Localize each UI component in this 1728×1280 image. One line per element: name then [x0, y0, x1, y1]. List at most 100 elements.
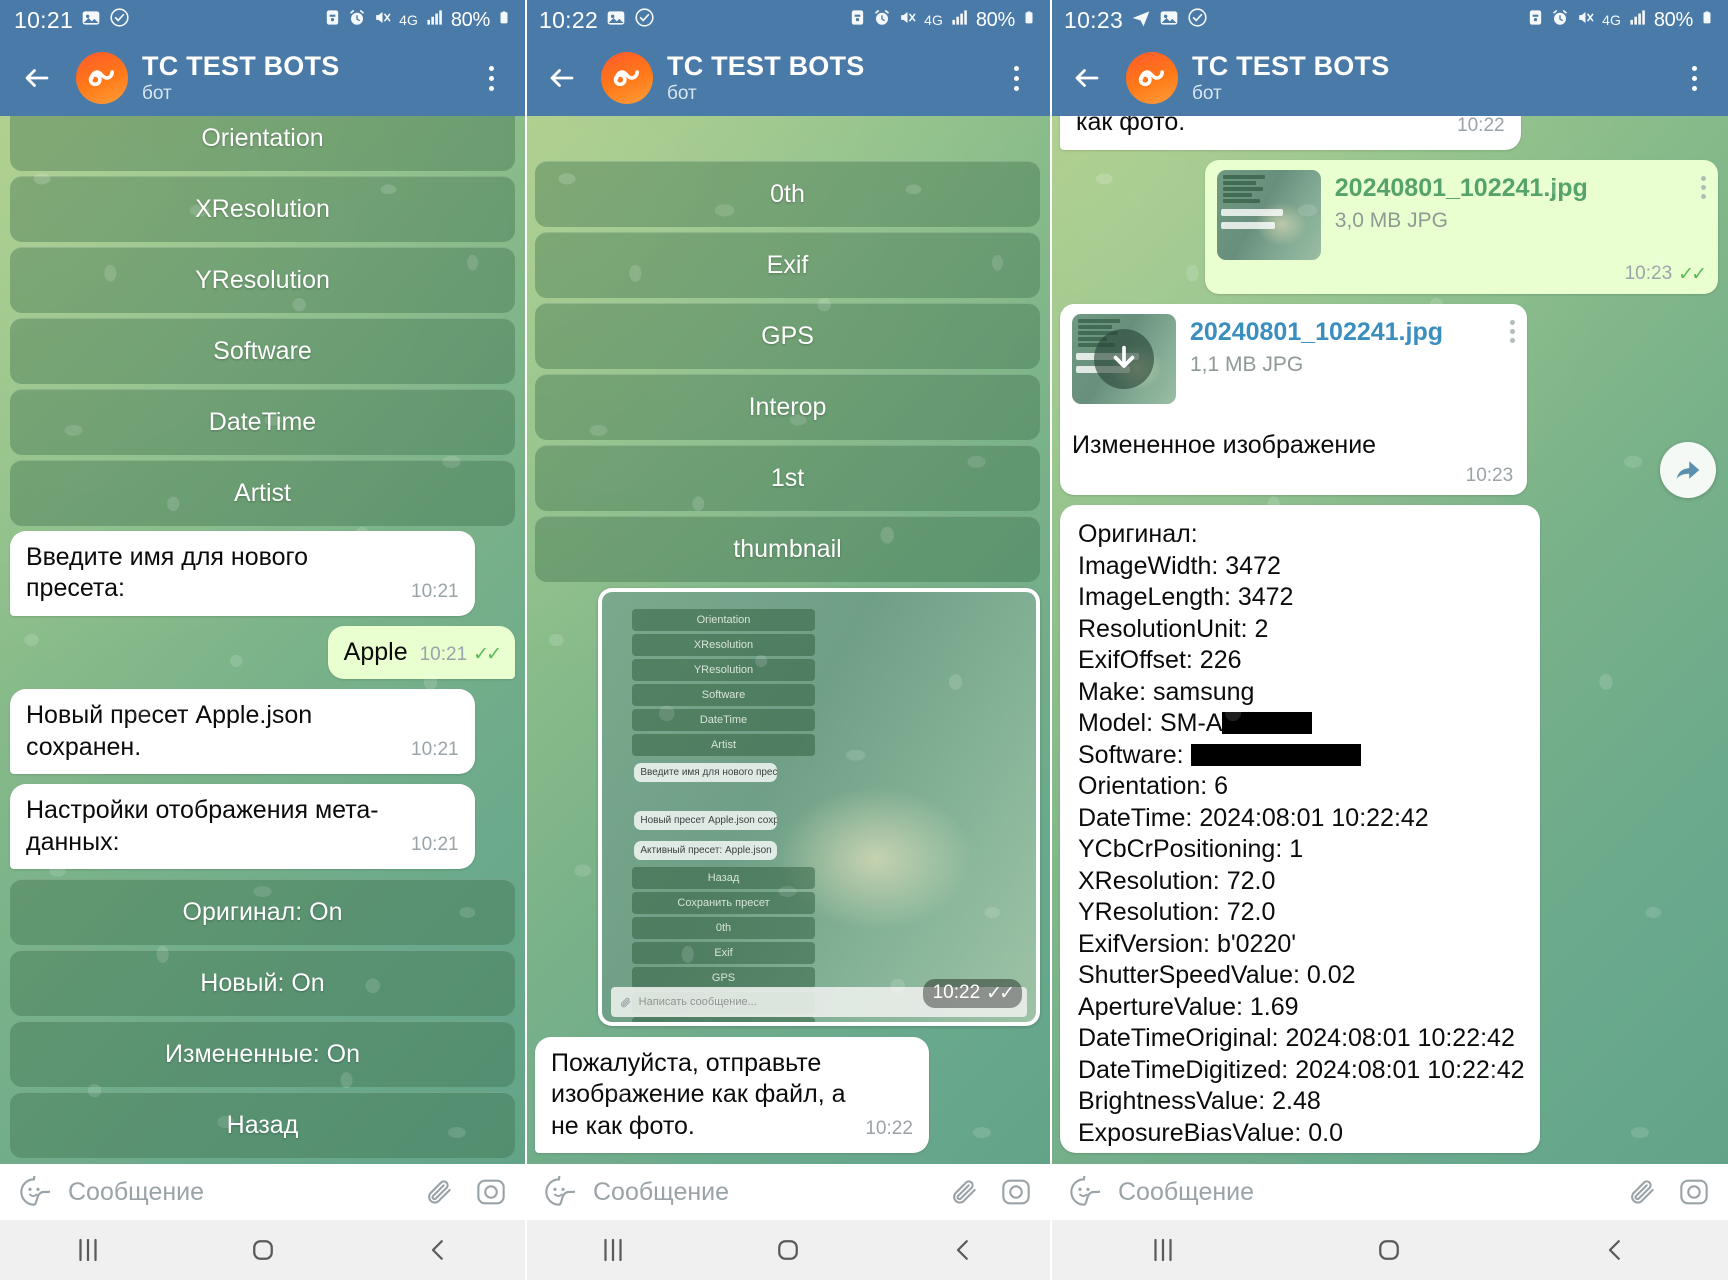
status-bar-1: 10:21 4G 80% [0, 0, 525, 40]
download-icon[interactable] [1094, 328, 1154, 389]
recents-icon[interactable] [525, 1235, 700, 1265]
chat-subtitle: бот [142, 82, 172, 104]
kb-button-back[interactable]: Назад [10, 1092, 515, 1158]
forward-button[interactable] [1660, 442, 1716, 498]
message-row: Apple 10:21 ✓✓ [0, 621, 525, 685]
attach-icon[interactable] [421, 1174, 457, 1210]
photo-message-row: Orientation XResolution YResolution Soft… [525, 582, 1050, 1032]
gallery-icon [81, 7, 101, 34]
status-time: 10:21 [14, 6, 74, 33]
avatar[interactable] [601, 52, 653, 104]
message-bubble-incoming[interactable]: Пожалуйста, отправьте изображение как фа… [1060, 116, 1521, 150]
photo-inner-button: Сохранить пресет [632, 891, 815, 914]
mute-icon [898, 8, 917, 32]
exif-line-model: Model: SM-A [1078, 708, 1522, 740]
message-time: 10:23 [1465, 465, 1514, 486]
back-arrow-icon[interactable] [539, 55, 585, 101]
message-bubble-incoming[interactable]: Пожалуйста, отправьте изображение как фа… [535, 1036, 929, 1153]
kb-button-datetime[interactable]: DateTime [10, 388, 515, 455]
kb-button-interop[interactable]: Interop [535, 373, 1040, 440]
message-bubble-incoming[interactable]: Новый пресет Apple.json сохранен. 10:21 [10, 689, 475, 774]
home-icon[interactable] [1276, 1235, 1502, 1265]
kb-button-artist[interactable]: Artist [10, 459, 515, 526]
system-navbar-2 [525, 1220, 1050, 1280]
kb-button-gps[interactable]: GPS [535, 302, 1040, 369]
download-overlay[interactable] [1072, 314, 1176, 404]
overflow-menu-icon[interactable] [996, 55, 1036, 101]
kb-button-xresolution[interactable]: XResolution [10, 175, 515, 242]
kb-button-orientation[interactable]: Orientation [10, 116, 515, 171]
sticker-icon[interactable] [1066, 1174, 1102, 1210]
panel-2: 10:22 4G 80% TC TEST BOTS бот 0th Exif G… [525, 0, 1050, 1280]
avatar[interactable] [1126, 52, 1178, 104]
photo-inner-button: GPS [632, 966, 815, 989]
back-arrow-icon[interactable] [1064, 55, 1110, 101]
chat-area-1: Make Model Orientation XResolution YReso… [0, 116, 525, 1164]
alarm-icon [1551, 9, 1569, 32]
status-time: 10:23 [1064, 6, 1124, 33]
sticker-icon[interactable] [541, 1174, 577, 1210]
file-menu-icon[interactable] [1701, 170, 1706, 199]
signal-icon [1628, 8, 1647, 32]
message-bubble-outgoing[interactable]: Apple 10:21 ✓✓ [327, 625, 515, 679]
photo-inner-button: 1st [632, 1016, 815, 1022]
exif-bubble[interactable]: Оригинал: ImageWidth: 3472 ImageLength: 3… [1060, 505, 1541, 1153]
recents-icon[interactable] [1050, 1235, 1276, 1265]
file-name: 20240801_102241.jpg [1334, 173, 1588, 202]
three-panel-screenshot-grid: 10:21 4G 80% TC TEST BOTS бот Orientatio… [0, 0, 1728, 1280]
attach-icon[interactable] [946, 1174, 982, 1210]
message-bubble-incoming[interactable]: Настройки отображения мета-данных: 10:21 [10, 784, 475, 869]
kb-button-changed-toggle[interactable]: Измененные: On [10, 1021, 515, 1087]
file-size: 3,0 MB JPG [1334, 208, 1448, 232]
message-text: Настройки отображения мета-данных: [26, 796, 379, 856]
kb-button-1st[interactable]: 1st [535, 444, 1040, 511]
overflow-menu-icon[interactable] [1674, 55, 1714, 101]
exif-line-aperturevalue: ApertureValue: 1.69 [1078, 992, 1299, 1021]
app-bar-1: TC TEST BOTS бот [0, 40, 525, 116]
photo-inner-placeholder: Написать сообщение... [638, 996, 757, 1009]
kb-button-software[interactable]: Software [10, 317, 515, 384]
message-time: 10:22 [865, 1118, 913, 1139]
app-bar-2: TC TEST BOTS бот [525, 40, 1050, 116]
message-input[interactable]: Сообщение [68, 1178, 405, 1207]
message-time: 10:21 [411, 739, 459, 760]
photo-message[interactable]: Orientation XResolution YResolution Soft… [598, 587, 1040, 1026]
message-time: 10:21 [411, 580, 459, 602]
kb-button-thumbnail[interactable]: thumbnail [535, 515, 1040, 582]
battery-icon [1700, 8, 1714, 32]
file-card-outgoing[interactable]: 20240801_102241.jpg 3,0 MB JPG 10:23 ✓✓ [1204, 159, 1718, 294]
message-time: 10:22 [1457, 116, 1505, 136]
avatar[interactable] [76, 52, 128, 104]
message-row: Новый пресет Apple.json сохранен. 10:21 [0, 684, 525, 779]
kb-button-exif[interactable]: Exif [535, 231, 1040, 298]
kb-button-original-toggle[interactable]: Оригинал: On [10, 879, 515, 945]
message-input[interactable]: Сообщение [1118, 1178, 1608, 1207]
home-icon[interactable] [700, 1235, 875, 1265]
attach-icon[interactable] [1624, 1174, 1660, 1210]
file-menu-icon[interactable] [1510, 314, 1516, 343]
exif-line-exifversion: ExifVersion: b'0220' [1078, 929, 1297, 958]
message-input[interactable]: Сообщение [593, 1178, 930, 1207]
photo-inner-button: Artist [632, 733, 815, 756]
back-icon[interactable] [350, 1235, 525, 1265]
kb-button-0th[interactable]: 0th [535, 160, 1040, 227]
network-type-label: 4G [924, 12, 943, 28]
recents-icon[interactable] [0, 1235, 175, 1265]
back-icon[interactable] [875, 1235, 1050, 1265]
message-bubble-incoming[interactable]: Введите имя для нового пресета: 10:21 [10, 530, 475, 616]
home-icon[interactable] [175, 1235, 350, 1265]
kb-button-yresolution[interactable]: YResolution [10, 246, 515, 313]
file-card-incoming[interactable]: 20240801_102241.jpg 1,1 MB JPG Измененно… [1060, 303, 1528, 495]
overflow-menu-icon[interactable] [471, 55, 511, 101]
camera-icon[interactable] [998, 1174, 1034, 1210]
kb-button-new-toggle[interactable]: Новый: On [10, 950, 515, 1016]
reply-keyboard-bottom-1: Оригинал: On Новый: On Измененные: On На… [0, 879, 525, 1158]
camera-icon[interactable] [473, 1174, 509, 1210]
camera-icon[interactable] [1676, 1174, 1712, 1210]
message-text: Введите имя для нового пресета: [26, 542, 308, 603]
photo-inner-button: YResolution [632, 658, 815, 681]
back-icon[interactable] [1502, 1235, 1728, 1265]
file-message-row: 20240801_102241.jpg 3,0 MB JPG 10:23 ✓✓ [1050, 155, 1728, 299]
sticker-icon[interactable] [16, 1174, 52, 1210]
back-arrow-icon[interactable] [14, 55, 60, 101]
